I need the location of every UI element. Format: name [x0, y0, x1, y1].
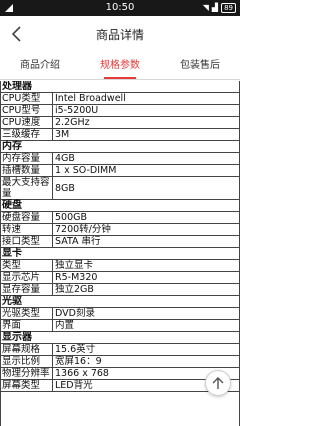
- spec-value: 8GB: [55, 182, 75, 194]
- table-row: 屏幕规格 15.6英寸: [1, 344, 240, 356]
- spec-key: 物理分辨率: [1, 368, 53, 379]
- table-row: 显示芯片 R5-M320: [1, 272, 240, 284]
- spec-key: 屏幕规格: [1, 344, 53, 355]
- spec-key: CPU速度: [1, 117, 53, 128]
- spec-key: 三级缓存: [1, 129, 53, 140]
- section-processor: 处理器: [1, 81, 240, 93]
- section-optical: 光驱: [1, 296, 240, 308]
- section-gpu: 显卡: [1, 248, 240, 260]
- spec-key: 界面: [1, 320, 53, 331]
- spec-value: 3M: [55, 129, 70, 140]
- spec-key: 显示比例: [1, 356, 53, 367]
- table-row: 光驱类型 DVD刻录: [1, 308, 240, 320]
- spec-key: 插槽数量: [1, 165, 53, 176]
- spec-key: CPU类型: [1, 93, 53, 104]
- spec-key: 光驱类型: [1, 308, 53, 319]
- spec-value: 独立显卡: [55, 260, 94, 271]
- spec-key: 硬盘容量: [1, 212, 53, 223]
- cell-signal-icon: ▟: [211, 3, 219, 12]
- table-row: CPU速度 2.2GHz: [1, 117, 240, 129]
- spec-key: 接口类型: [1, 236, 53, 247]
- spec-value: 内置: [55, 320, 75, 331]
- table-row: 类型 独立显卡: [1, 260, 240, 272]
- table-row: 内存容量 4GB: [1, 153, 240, 165]
- table-row: 三级缓存 3M: [1, 129, 240, 141]
- spec-value: 500GB: [55, 212, 88, 223]
- spec-value: R5-M320: [55, 272, 98, 283]
- table-row: CPU型号 i5-5200U: [1, 105, 240, 117]
- arrow-up-icon: [212, 377, 224, 389]
- spec-value: 7200转/分钟: [55, 224, 111, 235]
- spec-key: 类型: [1, 260, 53, 271]
- spec-key: 转速: [1, 224, 53, 235]
- tab-bar: 商品介绍 规格参数 包装售后: [0, 52, 240, 80]
- battery-icon: 89: [221, 3, 236, 13]
- spec-value: Intel Broadwell: [55, 93, 126, 104]
- section-memory: 内存: [1, 141, 240, 153]
- tab-product-intro[interactable]: 商品介绍: [0, 52, 80, 79]
- status-bar: 10:50 ◥ ▟ 89: [0, 0, 240, 16]
- section-disk: 硬盘: [1, 200, 240, 212]
- spec-value: DVD刻录: [55, 308, 95, 319]
- wifi-icon: ◥: [202, 3, 209, 12]
- table-row: 最大支持容量 8GB: [1, 177, 240, 200]
- spec-value: 4GB: [55, 153, 75, 164]
- spec-key: 显示芯片: [1, 272, 53, 283]
- table-row: 硬盘容量 500GB: [1, 212, 240, 224]
- tab-packaging-service[interactable]: 包装售后: [160, 52, 240, 79]
- spec-value: 宽屏16：9: [55, 356, 102, 367]
- spec-key: CPU型号: [1, 105, 53, 116]
- nav-header: 商品详情: [0, 16, 240, 52]
- table-row: 界面 内置: [1, 320, 240, 332]
- spec-key: 内存容量: [1, 153, 53, 164]
- table-row: CPU类型 Intel Broadwell: [1, 93, 240, 105]
- spec-value: 2.2GHz: [55, 117, 90, 128]
- spec-value: 15.6英寸: [55, 344, 96, 355]
- page-title: 商品详情: [95, 28, 144, 42]
- table-row: 插槽数量 1 x SO-DIMM: [1, 165, 240, 177]
- table-right-border: [239, 81, 240, 426]
- spec-key: 最大支持容量: [1, 177, 53, 199]
- spec-table: 处理器 CPU类型 Intel Broadwell CPU型号 i5-5200U C…: [0, 81, 240, 426]
- spec-value: 1 x SO-DIMM: [55, 165, 117, 176]
- spec-value: i5-5200U: [55, 105, 99, 116]
- status-right: ◥ ▟ 89: [203, 2, 236, 14]
- spec-key: 屏幕类型: [1, 380, 53, 391]
- table-row: 接口类型 SATA 串行: [1, 236, 240, 248]
- table-row: 显存容量 独立2GB: [1, 284, 240, 296]
- spec-value: 独立2GB: [55, 284, 94, 295]
- back-to-top-button[interactable]: [205, 370, 231, 396]
- spec-value: SATA 串行: [55, 236, 101, 247]
- spec-key: 显存容量: [1, 284, 53, 295]
- tab-specs[interactable]: 规格参数: [80, 52, 160, 79]
- section-display: 显示器: [1, 332, 240, 344]
- table-row: 转速 7200转/分钟: [1, 224, 240, 236]
- table-row: 显示比例 宽屏16：9: [1, 356, 240, 368]
- table-row: 物理分辨率 1366 x 768: [1, 368, 240, 380]
